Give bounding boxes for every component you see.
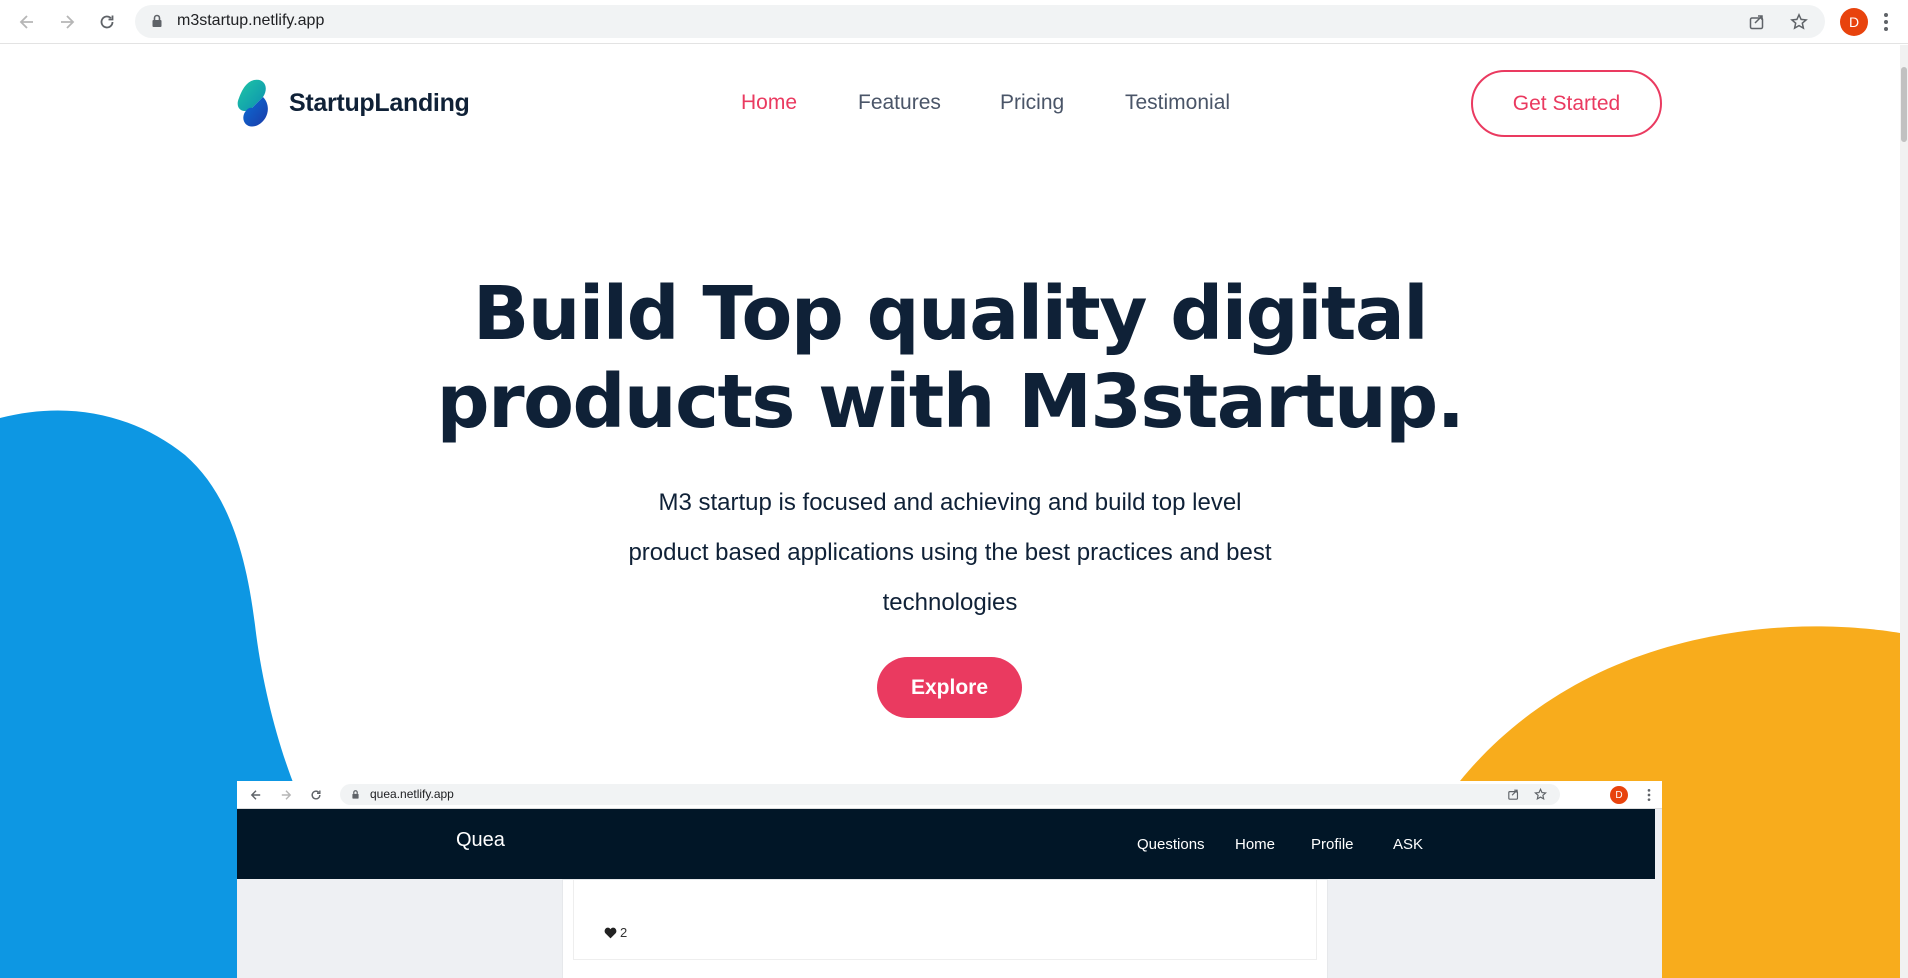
preview-link-ask: ASK bbox=[1393, 836, 1424, 853]
browser-toolbar: m3startup.netlify.app D bbox=[0, 0, 1908, 44]
hero-subtitle: M3 startup is focused and achieving and … bbox=[560, 478, 1340, 628]
hero-subtitle-line-3: technologies bbox=[882, 589, 1018, 616]
preview-like-count: 2 bbox=[604, 925, 627, 940]
preview-profile-avatar: D bbox=[1610, 786, 1628, 804]
preview-question-card: 2 bbox=[562, 879, 1328, 978]
back-button[interactable] bbox=[12, 7, 42, 37]
preview-star-icon bbox=[1534, 788, 1547, 801]
reload-button[interactable] bbox=[92, 7, 122, 37]
preview-link-questions: Questions bbox=[1137, 836, 1205, 853]
url-text: m3startup.netlify.app bbox=[177, 12, 325, 29]
get-started-button[interactable]: Get Started bbox=[1471, 70, 1662, 137]
web-page: StartupLanding Home Features Pricing Tes… bbox=[0, 45, 1900, 978]
star-icon[interactable] bbox=[1790, 13, 1808, 31]
preview-like-number: 2 bbox=[620, 925, 628, 940]
nav-pricing[interactable]: Pricing bbox=[1000, 91, 1064, 115]
preview-address-bar: quea.netlify.app bbox=[340, 784, 1560, 805]
preview-link-profile: Profile bbox=[1311, 836, 1354, 853]
hero-title: Build Top quality digital products with … bbox=[400, 270, 1500, 446]
preview-url-text: quea.netlify.app bbox=[370, 787, 454, 801]
preview-browser-toolbar: quea.netlify.app D bbox=[237, 781, 1662, 809]
share-icon[interactable] bbox=[1748, 13, 1766, 31]
hero-title-line-2: products with M3startup. bbox=[436, 359, 1465, 445]
reload-icon bbox=[100, 15, 114, 29]
preview-heart-icon bbox=[604, 927, 617, 938]
more-vert-icon[interactable] bbox=[1882, 10, 1890, 34]
preview-navbar: Quea Questions Home Profile ASK bbox=[237, 809, 1655, 879]
preview-card-body: 2 bbox=[573, 880, 1317, 960]
lock-icon bbox=[152, 14, 162, 27]
nav-features[interactable]: Features bbox=[858, 91, 941, 115]
nav-testimonial[interactable]: Testimonial bbox=[1125, 91, 1230, 115]
preview-share-icon bbox=[1508, 789, 1519, 800]
hero-title-line-1: Build Top quality digital bbox=[472, 271, 1429, 357]
preview-link-home: Home bbox=[1235, 836, 1276, 853]
preview-reload-icon bbox=[311, 790, 321, 800]
preview-arrow-right-icon bbox=[281, 790, 292, 800]
arrow-left-icon bbox=[19, 15, 33, 29]
preview-more-vert-icon bbox=[1647, 789, 1651, 801]
profile-avatar[interactable]: D bbox=[1840, 8, 1868, 36]
preview-lock-icon bbox=[352, 790, 359, 799]
forward-button[interactable] bbox=[52, 7, 82, 37]
arrow-right-icon bbox=[61, 15, 75, 29]
hero-subtitle-line-2: product based applications using the bes… bbox=[628, 539, 1272, 566]
app-preview-image: quea.netlify.app D Quea Questions Home P… bbox=[237, 781, 1662, 978]
nav-home[interactable]: Home bbox=[741, 91, 797, 115]
hero-subtitle-line-1: M3 startup is focused and achieving and … bbox=[658, 489, 1242, 516]
preview-brand: Quea bbox=[456, 829, 505, 851]
preview-arrow-left-icon bbox=[250, 790, 261, 800]
page-scrollbar[interactable] bbox=[1900, 45, 1908, 978]
address-bar[interactable]: m3startup.netlify.app bbox=[135, 5, 1825, 38]
scrollbar-thumb[interactable] bbox=[1901, 67, 1907, 142]
explore-button[interactable]: Explore bbox=[877, 657, 1022, 718]
